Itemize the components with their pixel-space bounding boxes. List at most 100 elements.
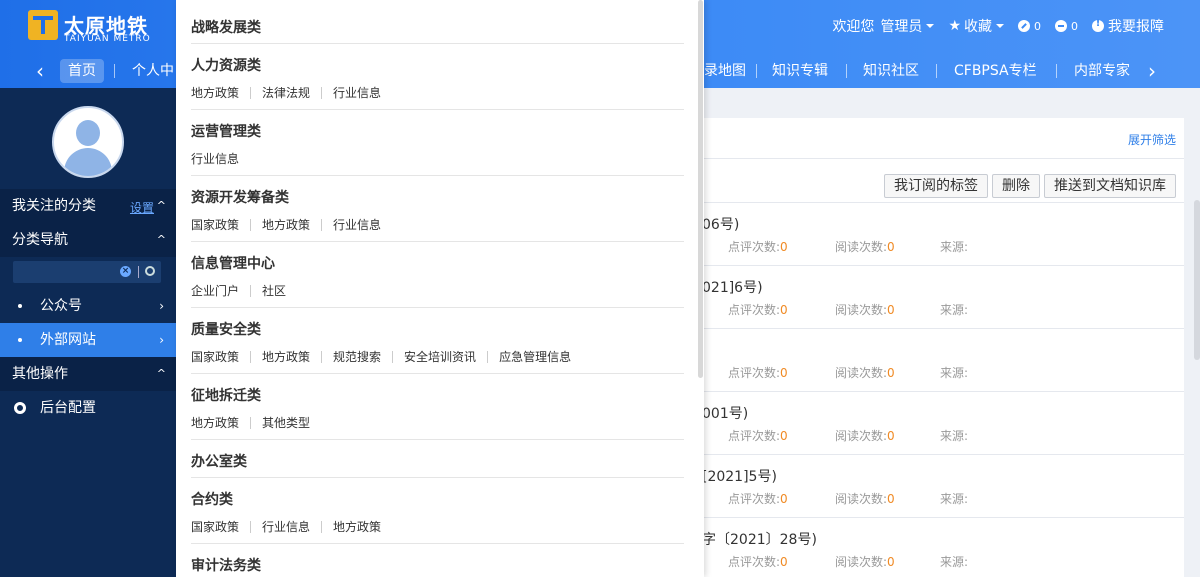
read-value: 0 [887,303,895,317]
read-label: 阅读次数: [835,240,888,254]
chevron-right-icon: › [159,333,164,347]
category-tag[interactable]: 国家政策 [191,521,250,533]
category-tags: 地方政策 法律法规 行业信息 [191,87,684,99]
favorites-menu[interactable]: ★ 收藏 [948,16,1004,36]
chevron-left-icon[interactable]: ‹ [30,59,50,83]
category-title[interactable]: 运营管理类 [191,121,684,141]
category-title[interactable]: 战略发展类 [191,17,684,37]
other-ops-header[interactable]: 其他操作 ^ [0,357,176,391]
report-button[interactable]: 我要报障 [1092,16,1164,36]
nav-item-map[interactable]: 录地图 [696,59,754,83]
read-label: 阅读次数: [835,366,888,380]
nav-item-cfbpsa[interactable]: CFBPSA专栏 [946,59,1045,83]
clear-icon[interactable]: × [120,266,131,277]
nav-item-experts[interactable]: 内部专家 [1066,59,1138,83]
delete-button[interactable]: 删除 [992,174,1040,198]
read-value: 0 [887,555,895,569]
comment-count: 点评次数:0 [728,238,788,255]
category-tag[interactable]: 规范搜索 [321,351,392,363]
comment-count: 点评次数:0 [728,364,788,381]
avatar[interactable] [52,106,124,178]
sidebar-item-label: 后台配置 [40,400,96,416]
nav-divider [114,64,115,78]
category-tag[interactable]: 行业信息 [321,87,392,99]
bullet-icon [18,338,22,342]
followed-categories-header[interactable]: 我关注的分类 设置 ^ [0,189,176,223]
category-search-input[interactable]: × [13,261,161,283]
welcome-text: 欢迎您 [832,19,875,35]
chevron-right-icon[interactable]: › [1142,59,1162,83]
search-icon[interactable] [145,266,155,276]
comment-value: 0 [780,303,788,317]
category-title[interactable]: 办公室类 [191,451,684,471]
nav-item-album[interactable]: 知识专辑 [764,59,836,83]
read-count: 阅读次数:0 [835,490,895,507]
sidebar: 我关注的分类 设置 ^ 分类导航 ^ × 公众号 › 外部网站 › 其他操作 ^… [0,88,176,577]
settings-link[interactable]: 设置 [130,191,154,225]
chevron-up-icon[interactable]: ^ [157,189,166,223]
category-tag[interactable]: 社区 [250,285,297,297]
category-title[interactable]: 合约类 [191,489,684,509]
category-tag[interactable]: 行业信息 [250,521,321,533]
category-title[interactable]: 信息管理中心 [191,253,684,273]
category-tag[interactable]: 行业信息 [191,153,250,165]
doc-title[interactable]: 06号) [702,214,739,234]
category-title[interactable]: 人力资源类 [191,55,684,75]
category-tags: 国家政策 地方政策 行业信息 [191,219,684,231]
nav-item-community[interactable]: 知识社区 [855,59,927,83]
doc-title[interactable]: [2021]5号) [702,466,777,486]
category-tag[interactable]: 地方政策 [250,351,321,363]
comment-value: 0 [780,240,788,254]
category-tag[interactable]: 其他类型 [250,417,321,429]
category-tag[interactable]: 法律法规 [250,87,321,99]
category-tag[interactable]: 地方政策 [321,521,392,533]
sidebar-item-external-sites[interactable]: 外部网站 › [0,323,176,357]
category-title[interactable]: 质量安全类 [191,319,684,339]
chevron-up-icon[interactable]: ^ [157,357,166,391]
page-scrollbar[interactable] [1194,200,1200,360]
dropdown-scrollbar[interactable] [698,0,703,378]
read-label: 阅读次数: [835,555,888,569]
report-label: 我要报障 [1108,19,1164,35]
doc-title[interactable]: 字〔2021〕28号) [702,529,817,549]
category-tag[interactable]: 行业信息 [321,219,392,231]
category-tag[interactable]: 国家政策 [191,219,250,231]
category-tag[interactable]: 地方政策 [191,417,250,429]
read-count: 阅读次数:0 [835,238,895,255]
category-title[interactable]: 审计法务类 [191,555,684,575]
doc-title[interactable]: 021]6号) [702,277,763,297]
category-title[interactable]: 资源开发筹备类 [191,187,684,207]
expand-filter-link[interactable]: 展开筛选 [1128,131,1176,148]
user-menu[interactable]: 管理员 [880,16,935,36]
category-group: 资源开发筹备类国家政策 地方政策 行业信息 [191,187,684,231]
category-tag[interactable]: 安全培训资讯 [392,351,487,363]
read-label: 阅读次数: [835,492,888,506]
subscribed-tags-button[interactable]: 我订阅的标签 [884,174,988,198]
category-tags: 国家政策 地方政策 规范搜索 安全培训资讯 应急管理信息 [191,351,684,363]
comment-label: 点评次数: [728,366,781,380]
followed-categories-title: 我关注的分类 [12,198,96,214]
doc-title[interactable]: 001号) [702,403,748,423]
divider [191,373,684,374]
source-label: 来源: [940,429,969,443]
message-count-button[interactable]: 0 [1055,20,1078,33]
read-count: 阅读次数:0 [835,553,895,570]
category-tag[interactable]: 应急管理信息 [487,351,582,363]
category-tag[interactable]: 地方政策 [191,87,250,99]
comment-count: 点评次数:0 [728,427,788,444]
category-group: 质量安全类国家政策 地方政策 规范搜索 安全培训资讯 应急管理信息 [191,319,684,363]
category-title[interactable]: 征地拆迁类 [191,385,684,405]
logo[interactable]: 太原地铁 TAIYUAN METRO [28,10,158,44]
sidebar-item-wechat[interactable]: 公众号 › [0,289,176,323]
category-tag[interactable]: 企业门户 [191,285,250,297]
edit-count-button[interactable]: 0 [1018,20,1041,33]
chevron-up-icon[interactable]: ^ [157,223,166,257]
nav-item-personal[interactable]: 个人中 [124,59,182,83]
other-ops-title: 其他操作 [12,366,68,382]
category-tag[interactable]: 国家政策 [191,351,250,363]
category-nav-header[interactable]: 分类导航 ^ [0,223,176,257]
nav-item-home[interactable]: 首页 [60,59,104,83]
sidebar-item-backend-config[interactable]: 后台配置 [0,391,176,425]
push-to-library-button[interactable]: 推送到文档知识库 [1044,174,1176,198]
category-tag[interactable]: 地方政策 [250,219,321,231]
